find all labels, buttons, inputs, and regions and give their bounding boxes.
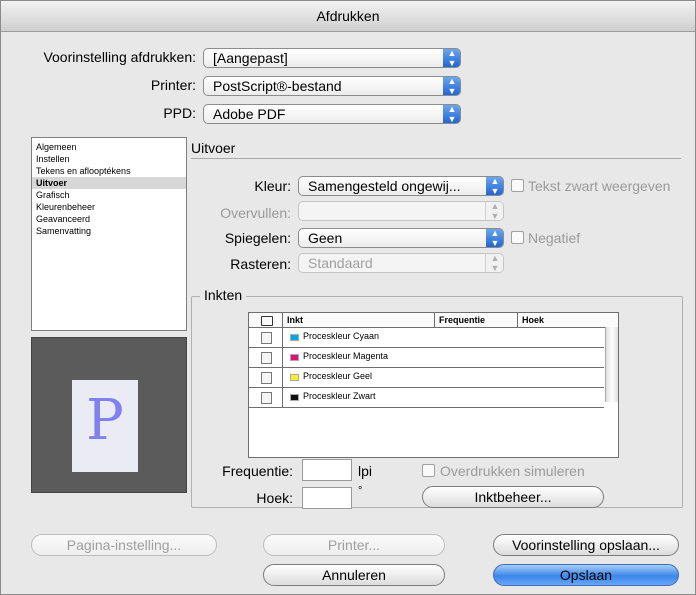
printer-value: PostScript®-bestand [213, 78, 342, 94]
popup-arrows-icon: ▲ ▼ [443, 77, 460, 95]
popup-arrows-icon: ▲ ▼ [485, 202, 503, 220]
pagina-instelling-button[interactable]: Pagina-instelling... [31, 534, 217, 556]
section-title: Uitvoer [191, 140, 236, 156]
spiegelen-value: Geen [308, 230, 343, 246]
ink-print-toggle[interactable] [249, 328, 283, 347]
ink-row-cyaan[interactable]: Proceskleur Cyaan [249, 328, 604, 348]
title-bar[interactable]: Afdrukken [1, 1, 695, 32]
ink-print-toggle[interactable] [249, 368, 283, 387]
ppd-label: PPD: [163, 105, 196, 121]
inks-group-title: Inkten [200, 287, 247, 303]
category-item-algemeen[interactable]: Algemeen [32, 141, 186, 153]
ink-row-zwart[interactable]: Proceskleur Zwart [249, 388, 604, 408]
print-document-icon [261, 392, 272, 404]
page-preview: P [31, 337, 187, 493]
popup-arrows-icon: ▲ ▼ [485, 254, 503, 272]
frequentie-unit: lpi [358, 463, 373, 479]
negatief-checkbox[interactable] [511, 231, 524, 244]
rasteren-value: Standaard [308, 255, 373, 271]
inks-table[interactable]: Inkt Frequentie Hoek Proceskleur Cyaan P… [248, 312, 619, 458]
overdrukken-checkbox[interactable] [422, 464, 435, 477]
column-header-hoek[interactable]: Hoek [518, 313, 618, 327]
popup-arrows-icon: ▲ ▼ [443, 49, 460, 67]
printer-column-icon[interactable] [249, 313, 283, 327]
cyan-swatch-icon [290, 334, 299, 341]
ink-name: Proceskleur Zwart [303, 391, 376, 401]
inks-scrollbar[interactable] [605, 327, 618, 402]
printer-popup[interactable]: PostScript®-bestand ▲ ▼ [203, 76, 461, 96]
tekst-zwart-label: Tekst zwart weergeven [528, 178, 671, 194]
preset-value: [Aangepast] [213, 50, 288, 66]
preset-popup[interactable]: [Aangepast] ▲ ▼ [203, 48, 461, 68]
category-item-geavanceerd[interactable]: Geavanceerd [32, 213, 186, 225]
window-title: Afdrukken [316, 8, 380, 24]
preview-letter: P [86, 388, 124, 453]
spiegelen-label: Spiegelen: [224, 230, 291, 246]
inktbeheer-button[interactable]: Inktbeheer... [422, 486, 604, 508]
category-item-tekens[interactable]: Tekens en aflooptékens [32, 165, 186, 177]
frequentie-label: Frequentie: [222, 463, 293, 479]
preview-page: P [72, 380, 138, 472]
column-header-inkt[interactable]: Inkt [283, 313, 435, 327]
rasteren-label: Rasteren: [230, 256, 291, 272]
rasteren-popup[interactable]: Standaard ▲ ▼ [298, 253, 504, 273]
ink-name: Proceskleur Cyaan [303, 331, 380, 341]
printer-button[interactable]: Printer... [263, 534, 445, 556]
kleur-popup[interactable]: Samengesteld ongewij... ▲ ▼ [298, 176, 504, 196]
category-item-samenvatting[interactable]: Samenvatting [32, 225, 186, 237]
hoek-label: Hoek: [256, 490, 293, 506]
popup-arrows-icon: ▲ ▼ [486, 229, 503, 247]
print-document-icon [261, 372, 272, 384]
voorinstelling-opslaan-button[interactable]: Voorinstelling opslaan... [493, 534, 679, 556]
print-document-icon [261, 352, 272, 364]
magenta-swatch-icon [290, 354, 299, 361]
ink-name: Proceskleur Geel [303, 371, 373, 381]
yellow-swatch-icon [290, 374, 299, 381]
ink-row-magenta[interactable]: Proceskleur Magenta [249, 348, 604, 368]
column-header-frequentie[interactable]: Frequentie [435, 313, 518, 327]
preset-label: Voorinstelling afdrukken: [43, 49, 196, 65]
ink-row-geel[interactable]: Proceskleur Geel [249, 368, 604, 388]
ppd-popup[interactable]: Adobe PDF ▲ ▼ [203, 104, 461, 124]
annuleren-button[interactable]: Annuleren [263, 564, 445, 586]
black-swatch-icon [290, 394, 299, 401]
tekst-zwart-checkbox[interactable] [511, 179, 524, 192]
ppd-value: Adobe PDF [213, 106, 286, 122]
frequentie-input[interactable] [302, 459, 352, 481]
section-divider [191, 158, 681, 159]
spiegelen-popup[interactable]: Geen ▲ ▼ [298, 228, 504, 248]
hoek-input[interactable] [302, 487, 352, 509]
ink-print-toggle[interactable] [249, 348, 283, 367]
category-item-grafisch[interactable]: Grafisch [32, 189, 186, 201]
overdrukken-label: Overdrukken simuleren [440, 463, 585, 479]
kleur-value: Samengesteld ongewij... [308, 178, 461, 194]
popup-arrows-icon: ▲ ▼ [443, 105, 460, 123]
print-dialog: Afdrukken Voorinstelling afdrukken: [Aan… [0, 0, 696, 595]
printer-label: Printer: [150, 77, 196, 93]
popup-arrows-icon: ▲ ▼ [486, 177, 503, 195]
category-item-uitvoer[interactable]: Uitvoer [32, 177, 186, 189]
ink-name: Proceskleur Magenta [303, 351, 389, 361]
hoek-unit: ° [358, 485, 363, 497]
overvullen-popup[interactable]: ▲ ▼ [298, 201, 504, 221]
inks-table-header: Inkt Frequentie Hoek [249, 313, 618, 328]
category-item-kleurenbeheer[interactable]: Kleurenbeheer [32, 201, 186, 213]
print-document-icon [261, 332, 272, 344]
kleur-label: Kleur: [254, 178, 291, 194]
ink-print-toggle[interactable] [249, 388, 283, 407]
category-list[interactable]: Algemeen Instellen Tekens en aflooptéken… [31, 137, 187, 331]
category-item-instellen[interactable]: Instellen [32, 153, 186, 165]
negatief-label: Negatief [528, 230, 581, 246]
overvullen-label: Overvullen: [220, 205, 291, 221]
opslaan-button[interactable]: Opslaan [493, 564, 679, 586]
